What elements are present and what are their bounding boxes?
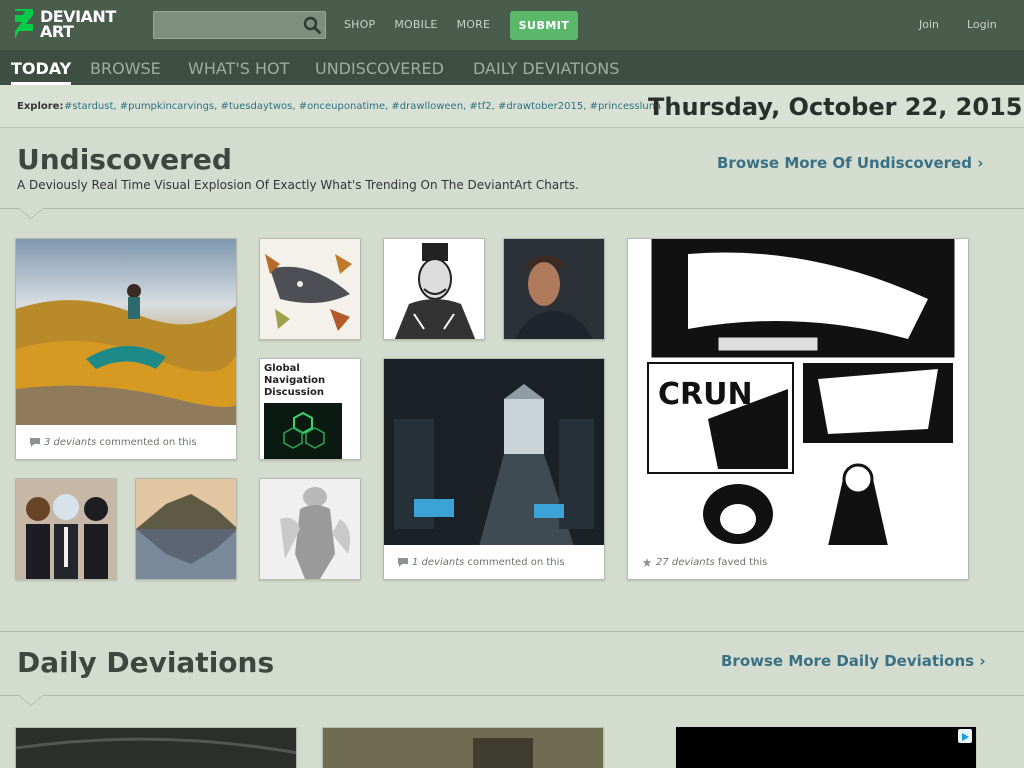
browse-more-label: Browse More Of Undiscovered <box>717 154 972 172</box>
section-divider <box>0 631 1024 632</box>
deviation-thumb[interactable] <box>15 478 117 580</box>
deviation-image <box>260 479 360 579</box>
thumb-title-line: Navigation <box>264 375 326 386</box>
explore-label: Explore: <box>17 101 64 112</box>
submit-button[interactable]: SUBMIT <box>510 11 578 40</box>
deviation-image <box>136 479 236 579</box>
section-divider <box>0 695 1024 696</box>
browse-more-label: Browse More Daily Deviations <box>721 652 975 670</box>
deviantart-logo[interactable]: DEVIANT ART <box>13 9 116 41</box>
ad-choices-icon[interactable] <box>958 729 972 743</box>
deviation-thumb[interactable] <box>322 727 604 768</box>
comment-count[interactable]: 3 deviants <box>44 437 96 448</box>
divider-notch-fill <box>19 695 43 705</box>
fave-count[interactable]: 27 deviants <box>656 557 715 568</box>
svg-text:CRUN: CRUN <box>658 377 753 412</box>
explore-tag[interactable]: #tf2 <box>469 101 491 112</box>
explore-tag[interactable]: #stardust <box>64 101 113 112</box>
comment-icon <box>30 438 40 447</box>
deviation-thumb[interactable] <box>259 478 361 580</box>
explore-tag[interactable]: #drawlloween <box>391 101 463 112</box>
undiscovered-title: Undiscovered <box>17 143 232 176</box>
deviation-thumb[interactable] <box>135 478 237 580</box>
deviation-image <box>16 239 236 426</box>
search-icon[interactable] <box>303 16 321 34</box>
divider-notch-fill <box>19 208 43 218</box>
deviation-thumb[interactable] <box>15 727 297 768</box>
nav-shop[interactable]: SHOP <box>344 18 375 31</box>
comment-text: commented on this <box>467 557 565 568</box>
deviation-image <box>260 239 360 339</box>
page-date: Thursday, October 22, 2015 <box>648 93 1023 121</box>
explore-tags: #stardust, #pumpkincarvings, #tuesdaytwo… <box>64 101 662 112</box>
thumb-caption: 27 deviants faved this <box>628 545 968 579</box>
undiscovered-subtitle: A Deviously Real Time Visual Explosion O… <box>17 178 579 192</box>
join-link[interactable]: Join <box>919 18 939 31</box>
fave-text: faved this <box>717 557 768 568</box>
deviation-thumb[interactable]: 1 deviants commented on this <box>383 358 605 580</box>
thumb-caption: 3 deviants commented on this <box>16 425 236 459</box>
section-nav: TODAY BROWSE WHAT'S HOT UNDISCOVERED DAI… <box>0 50 1024 85</box>
chevron-right-icon: › <box>979 652 986 670</box>
thumb-caption: 1 deviants commented on this <box>384 545 604 579</box>
top-header: DEVIANT ART SHOP MOBILE MORE SUBMIT Join… <box>0 0 1024 50</box>
deviation-thumb[interactable] <box>383 238 485 340</box>
deviation-image <box>323 728 603 768</box>
thumb-title-line: Global <box>264 363 300 374</box>
top-nav: SHOP MOBILE MORE <box>344 18 509 31</box>
deviation-image <box>504 239 604 339</box>
daily-deviations-title: Daily Deviations <box>17 646 275 679</box>
comment-icon <box>398 558 408 567</box>
explore-tag[interactable]: #drawtober2015 <box>498 101 583 112</box>
deviation-thumb[interactable] <box>259 238 361 340</box>
explore-tag[interactable]: #tuesdaytwos <box>221 101 293 112</box>
comment-count[interactable]: 1 deviants <box>412 557 464 568</box>
search-box <box>153 11 326 39</box>
search-input[interactable] <box>154 12 294 38</box>
tab-browse[interactable]: BROWSE <box>90 59 161 78</box>
advertisement[interactable] <box>676 727 976 768</box>
deviation-image <box>384 239 484 339</box>
deviation-image <box>16 479 116 579</box>
nav-mobile[interactable]: MOBILE <box>394 18 437 31</box>
deviation-image <box>264 403 342 459</box>
deviation-thumb[interactable]: 3 deviants commented on this <box>15 238 237 460</box>
deviation-image <box>384 359 604 546</box>
comment-text: commented on this <box>99 437 197 448</box>
deviantart-logo-icon <box>13 9 35 39</box>
tab-whats-hot[interactable]: WHAT'S HOT <box>188 59 289 78</box>
nav-more[interactable]: MORE <box>457 18 491 31</box>
deviation-thumb[interactable]: CRUN 27 deviants faved this <box>627 238 969 580</box>
deviation-image: CRUN <box>628 239 968 546</box>
login-link[interactable]: Login <box>967 18 997 31</box>
tab-daily-deviations[interactable]: DAILY DEVIATIONS <box>473 59 619 78</box>
chevron-right-icon: › <box>977 154 984 172</box>
tab-undiscovered[interactable]: UNDISCOVERED <box>315 59 444 78</box>
logo-line2: ART <box>40 22 74 41</box>
logo-text: DEVIANT ART <box>40 9 116 41</box>
deviation-image <box>16 728 296 768</box>
tab-today[interactable]: TODAY <box>11 59 72 85</box>
deviation-thumb[interactable]: Global Navigation Discussion <box>259 358 361 460</box>
star-icon <box>642 558 652 567</box>
thumb-title: Global Navigation Discussion <box>264 363 325 399</box>
explore-tag[interactable]: #onceuponatime <box>299 101 385 112</box>
browse-more-daily-link[interactable]: Browse More Daily Deviations › <box>721 652 986 670</box>
browse-more-undiscovered-link[interactable]: Browse More Of Undiscovered › <box>717 154 983 172</box>
section-divider <box>0 208 1024 209</box>
deviation-thumb[interactable] <box>503 238 605 340</box>
thumb-title-line: Discussion <box>264 387 325 398</box>
explore-tag[interactable]: #pumpkincarvings <box>120 101 214 112</box>
